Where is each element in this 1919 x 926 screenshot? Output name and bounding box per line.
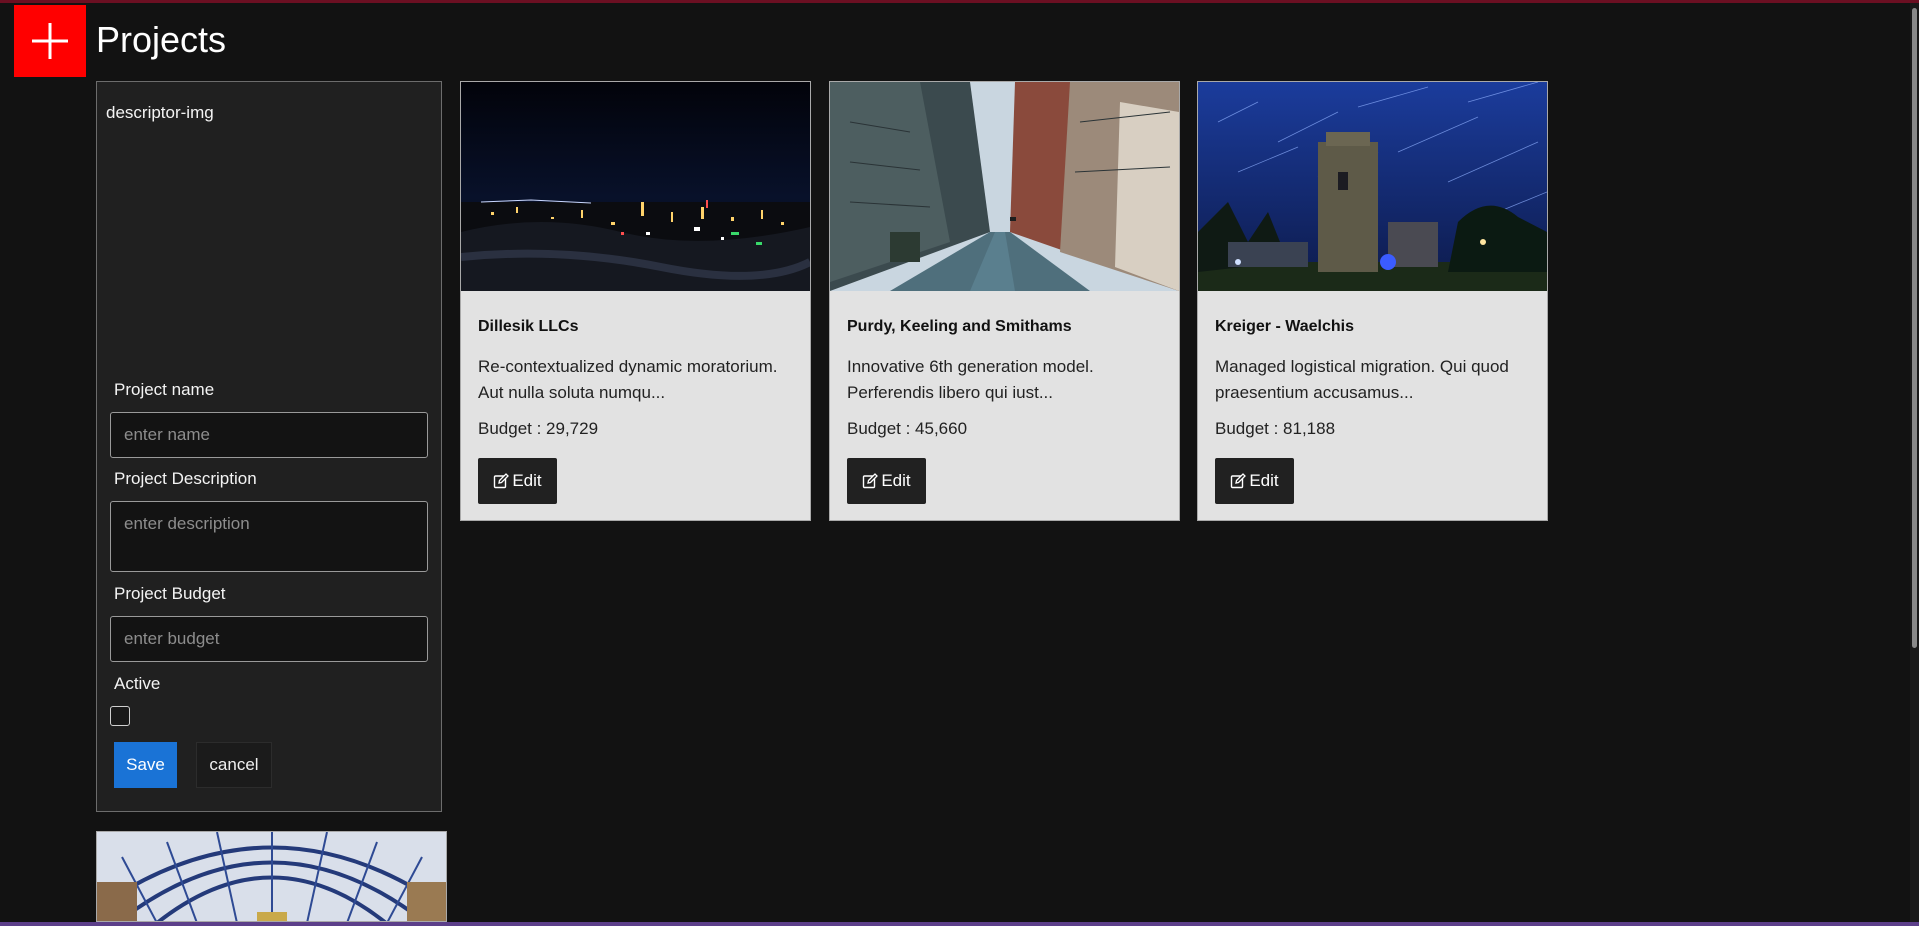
edit-button[interactable]: Edit (1215, 458, 1294, 504)
project-name: Dillesik LLCs (478, 318, 579, 335)
save-button[interactable]: Save (114, 742, 177, 788)
plus-icon (32, 23, 68, 59)
page-title: Projects (96, 19, 227, 60)
project-description-input[interactable] (110, 501, 428, 572)
project-budget-input[interactable] (110, 616, 428, 662)
project-name: Purdy, Keeling and Smithams (847, 318, 1072, 335)
edit-icon (863, 473, 879, 489)
project-form: descriptor-img Project name Project Desc… (96, 81, 442, 812)
edit-button[interactable]: Edit (847, 458, 926, 504)
project-card: Dillesik LLCs Re-contextualized dynamic … (460, 81, 811, 521)
edit-button[interactable]: Edit (478, 458, 557, 504)
project-budget: Budget : 29,729 (478, 419, 599, 438)
project-card-partial (96, 831, 447, 922)
edit-icon (1231, 473, 1247, 489)
edit-button-label: Edit (1249, 471, 1279, 490)
tower-star-trails-image (1198, 82, 1547, 291)
project-budget: Budget : 45,660 (847, 419, 968, 438)
project-budget: Budget : 81,188 (1215, 419, 1336, 438)
cancel-button[interactable]: cancel (196, 742, 272, 788)
project-budget-label: Project Budget (114, 584, 226, 603)
descriptor-image-placeholder: descriptor-img (106, 103, 214, 122)
city-skyline-night-image (461, 82, 810, 291)
project-card: Kreiger - Waelchis Managed logistical mi… (1197, 81, 1548, 521)
glass-roof-arcade-image (97, 832, 446, 921)
project-description: Re-contextualized dynamic moratorium. Au… (478, 357, 778, 402)
edit-button-label: Edit (881, 471, 911, 490)
edit-button-label: Edit (512, 471, 542, 490)
project-description: Managed logistical migration. Qui quod p… (1215, 357, 1509, 402)
bottom-accent-bar (0, 922, 1919, 926)
edit-icon (494, 473, 510, 489)
active-checkbox[interactable] (110, 706, 130, 726)
project-card: Purdy, Keeling and Smithams Innovative 6… (829, 81, 1180, 521)
active-label: Active (114, 674, 161, 693)
top-accent-bar (0, 0, 1919, 3)
city-street-image (830, 82, 1179, 291)
project-description: Innovative 6th generation model. Perfere… (847, 357, 1094, 402)
project-description-label: Project Description (114, 469, 257, 488)
project-name-input[interactable] (110, 412, 428, 458)
project-name: Kreiger - Waelchis (1215, 318, 1355, 335)
add-project-logo[interactable] (14, 5, 86, 77)
project-name-label: Project name (114, 380, 215, 399)
scrollbar-thumb[interactable] (1912, 8, 1917, 648)
